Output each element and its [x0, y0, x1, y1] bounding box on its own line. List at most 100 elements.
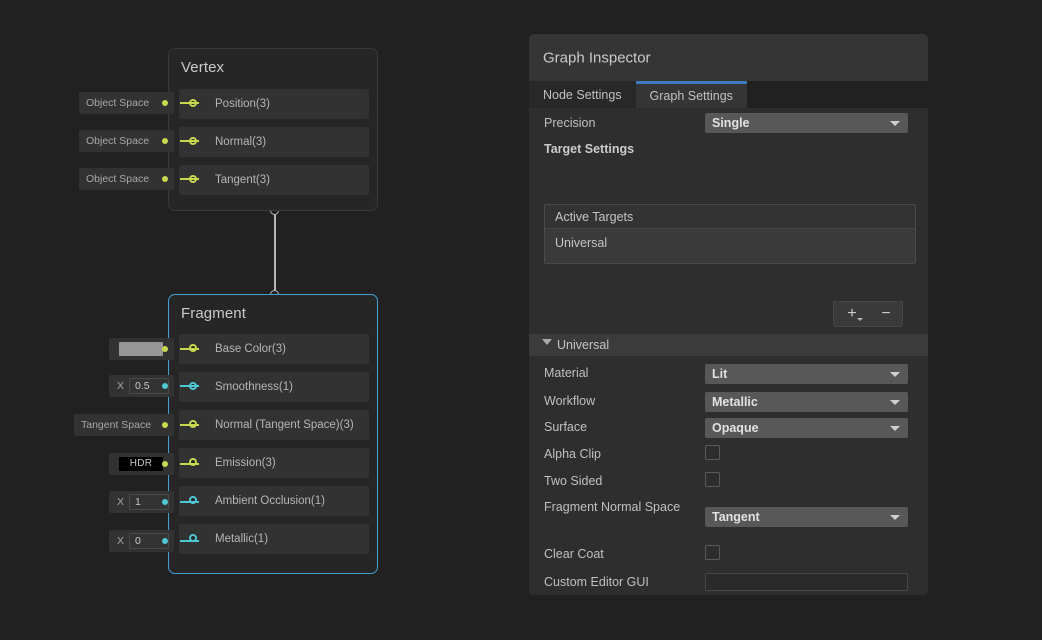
fragment-port-label-metallic: Metallic(1)	[215, 533, 269, 545]
alpha-clip-checkbox[interactable]	[705, 445, 720, 460]
port-stub-wire	[180, 178, 199, 180]
vertex-slot-tangent-space[interactable]: Object Space	[79, 168, 174, 190]
vertex-port-row-tangent[interactable]: Tangent(3)	[179, 165, 369, 195]
slot-label: Object Space	[86, 173, 150, 185]
remove-target-button[interactable]: −	[869, 302, 903, 326]
fragment-port-row-metallic[interactable]: Metallic(1)	[179, 524, 369, 554]
slot-dot-icon	[162, 383, 168, 389]
clear-coat-checkbox[interactable]	[705, 545, 720, 560]
two-sided-label: Two Sided	[544, 474, 603, 488]
material-dropdown[interactable]: Lit	[705, 364, 908, 384]
vertex-master-node[interactable]: Vertex Position(3) Normal(3) Tangent(3)	[168, 48, 378, 211]
slot-dot-icon	[162, 422, 168, 428]
vertex-slot-normal-space[interactable]: Object Space	[79, 130, 174, 152]
fragment-ambient-occlusion-number-slot[interactable]: X 1	[109, 491, 174, 513]
slot-dot-icon	[162, 461, 168, 467]
slot-dot-icon	[162, 100, 168, 106]
list-item[interactable]: Universal	[545, 230, 915, 260]
tab-node-settings[interactable]: Node Settings	[529, 81, 636, 108]
axis-label: X	[117, 380, 125, 392]
custom-editor-gui-label: Custom Editor GUI	[544, 575, 649, 589]
chevron-down-icon	[857, 318, 863, 321]
workflow-label: Workflow	[544, 394, 596, 408]
add-target-button[interactable]: +	[835, 302, 869, 326]
fragment-normal-space-dropdown[interactable]: Tangent	[705, 507, 908, 527]
fragment-port-row-normal[interactable]: Normal (Tangent Space)(3)	[179, 410, 369, 440]
port-stub-wire	[180, 540, 199, 542]
target-settings-label: Target Settings	[544, 142, 635, 156]
inspector-title: Graph Inspector	[543, 49, 651, 66]
active-targets-list[interactable]: Active Targets Universal	[544, 204, 916, 264]
axis-label: X	[117, 496, 125, 508]
slot-label: Tangent Space	[81, 419, 152, 431]
minus-icon: −	[881, 305, 891, 322]
chevron-down-icon	[890, 400, 900, 405]
ambient-occlusion-value: 1	[135, 496, 141, 508]
fragment-port-row-base-color[interactable]: Base Color(3)	[179, 334, 369, 364]
port-stub-wire	[180, 501, 199, 503]
two-sided-checkbox[interactable]	[705, 472, 720, 487]
universal-foldout-label: Universal	[557, 338, 610, 352]
slot-label: Object Space	[86, 97, 150, 109]
chevron-down-icon	[890, 121, 900, 126]
clear-coat-label: Clear Coat	[544, 547, 604, 561]
fragment-port-row-smoothness[interactable]: Smoothness(1)	[179, 372, 369, 402]
hdr-swatch[interactable]: HDR	[119, 457, 163, 471]
port-stub-wire	[180, 140, 199, 142]
universal-foldout-header[interactable]: Universal	[529, 334, 928, 356]
fragment-port-label-emission: Emission(3)	[215, 457, 276, 469]
fragment-node-title: Fragment	[181, 305, 246, 322]
material-value: Lit	[712, 367, 728, 381]
inspector-body: Precision Single Target Settings Active …	[529, 108, 928, 595]
fragment-port-row-ambient-occlusion[interactable]: Ambient Occlusion(1)	[179, 486, 369, 516]
chevron-down-icon	[890, 426, 900, 431]
active-targets-header-label: Active Targets	[555, 209, 634, 224]
slot-dot-icon	[162, 346, 168, 352]
chevron-down-icon	[890, 372, 900, 377]
vertex-node-title: Vertex	[181, 59, 225, 76]
slot-dot-icon	[162, 138, 168, 144]
slot-label: Object Space	[86, 135, 150, 147]
fragment-metallic-number-slot[interactable]: X 0	[109, 530, 174, 552]
fragment-port-label-smoothness: Smoothness(1)	[215, 381, 293, 393]
fragment-port-label-base-color: Base Color(3)	[215, 343, 286, 355]
graph-inspector-panel[interactable]: Graph Inspector Node Settings Graph Sett…	[529, 34, 928, 595]
custom-editor-gui-input[interactable]	[705, 573, 908, 591]
fragment-normal-space-slot[interactable]: Tangent Space	[74, 414, 174, 436]
fragment-base-color-swatch-slot[interactable]	[109, 338, 174, 360]
surface-label: Surface	[544, 420, 588, 434]
fragment-emission-hdr-slot[interactable]: HDR	[109, 453, 174, 475]
precision-value: Single	[712, 116, 750, 130]
vertex-port-row-normal[interactable]: Normal(3)	[179, 127, 369, 157]
port-stub-wire	[180, 348, 199, 350]
target-add-remove-toolbar[interactable]: + −	[833, 301, 903, 327]
port-stub-wire	[180, 385, 199, 387]
port-stub-wire	[180, 463, 199, 465]
surface-dropdown[interactable]: Opaque	[705, 418, 908, 438]
slot-dot-icon	[162, 538, 168, 544]
fragment-port-row-emission[interactable]: Emission(3)	[179, 448, 369, 478]
precision-label: Precision	[544, 116, 596, 130]
plus-icon: +	[847, 305, 857, 322]
precision-dropdown[interactable]: Single	[705, 113, 908, 133]
inspector-tabbar[interactable]: Node Settings Graph Settings	[529, 81, 928, 108]
workflow-value: Metallic	[712, 395, 758, 409]
vertex-port-label-position: Position(3)	[215, 98, 270, 110]
vertex-port-label-normal: Normal(3)	[215, 136, 267, 148]
fragment-smoothness-number-slot[interactable]: X 0.5	[109, 375, 174, 397]
fragment-master-node[interactable]: Fragment Base Color(3) Smoothness(1) Nor…	[168, 294, 378, 574]
slot-dot-icon	[162, 176, 168, 182]
fragment-normal-space-label: Fragment Normal Space	[544, 500, 681, 514]
vertex-slot-position-space[interactable]: Object Space	[79, 92, 174, 114]
smoothness-value: 0.5	[135, 380, 150, 392]
workflow-dropdown[interactable]: Metallic	[705, 392, 908, 412]
tab-node-settings-label: Node Settings	[543, 87, 622, 102]
tab-graph-settings[interactable]: Graph Settings	[635, 81, 747, 108]
surface-value: Opaque	[712, 421, 759, 435]
port-stub-wire	[180, 102, 199, 104]
vertex-fragment-wire	[274, 212, 276, 295]
vertex-port-row-position[interactable]: Position(3)	[179, 89, 369, 119]
fragment-normal-space-value: Tangent	[712, 510, 760, 524]
color-swatch[interactable]	[119, 342, 163, 356]
chevron-down-icon	[890, 515, 900, 520]
